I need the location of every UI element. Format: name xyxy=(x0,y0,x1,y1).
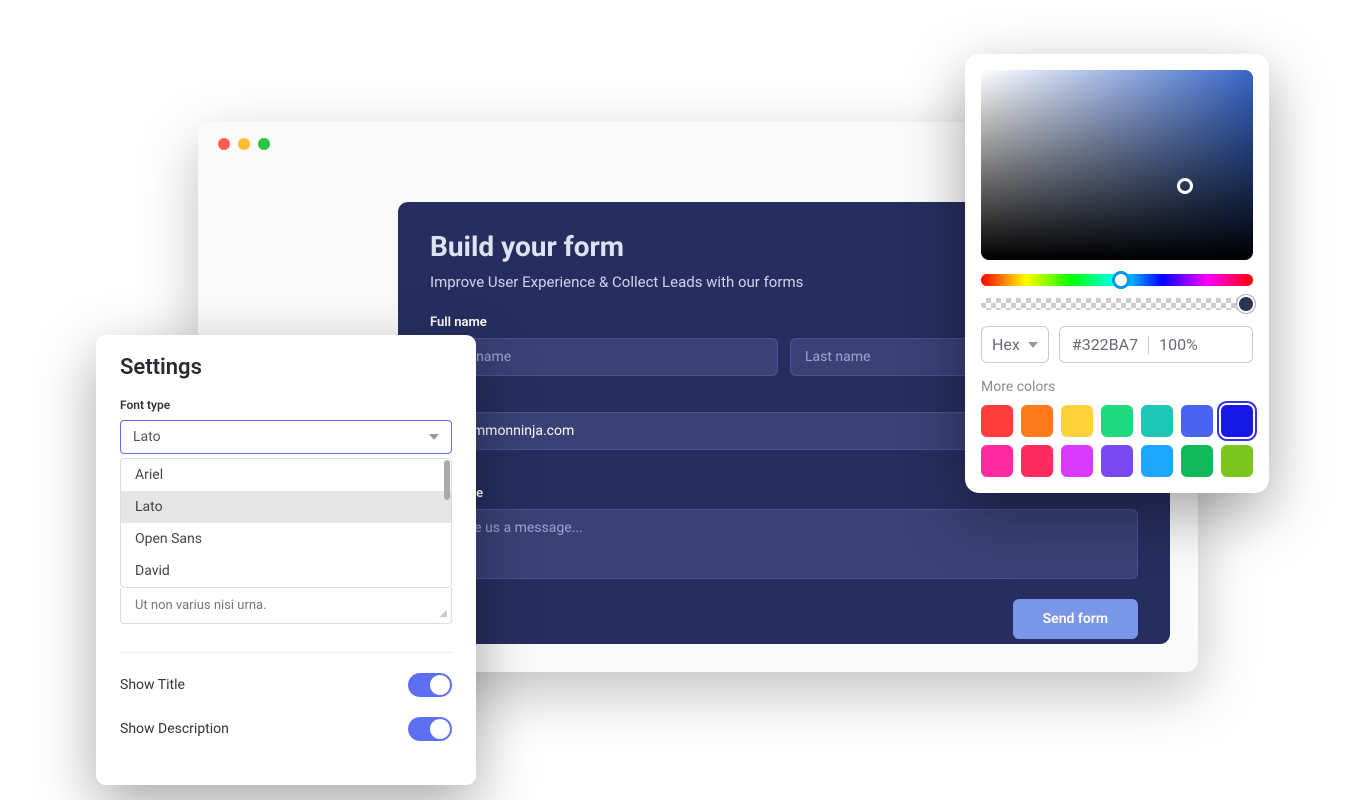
window-maximize-icon[interactable] xyxy=(258,138,270,150)
message-textarea[interactable] xyxy=(430,509,1138,579)
gradient-cursor-icon[interactable] xyxy=(1177,178,1193,194)
color-swatch[interactable] xyxy=(1221,405,1253,437)
color-swatch[interactable] xyxy=(1021,445,1053,477)
color-picker-panel: Hex #322BA7 100% More colors xyxy=(965,54,1269,493)
window-close-icon[interactable] xyxy=(218,138,230,150)
font-option-david[interactable]: David xyxy=(121,555,451,587)
settings-title: Settings xyxy=(120,355,452,380)
color-swatch[interactable] xyxy=(1061,445,1093,477)
hex-value: #322BA7 xyxy=(1072,335,1138,354)
color-swatch[interactable] xyxy=(1141,445,1173,477)
color-swatch[interactable] xyxy=(1101,405,1133,437)
chevron-down-icon xyxy=(1028,342,1038,348)
first-name-input[interactable] xyxy=(430,338,778,376)
resize-handle-icon[interactable]: ◢ xyxy=(439,608,447,619)
font-type-dropdown: Ariel Lato Open Sans David xyxy=(120,458,452,588)
divider xyxy=(120,652,452,653)
alpha-value: 100% xyxy=(1159,335,1198,354)
color-format-value: Hex xyxy=(992,335,1020,354)
send-form-button[interactable]: Send form xyxy=(1013,599,1138,639)
hue-thumb[interactable] xyxy=(1112,271,1130,289)
swatch-grid xyxy=(981,405,1253,477)
color-swatch[interactable] xyxy=(1181,405,1213,437)
color-swatch[interactable] xyxy=(981,445,1013,477)
chevron-down-icon xyxy=(429,434,439,440)
alpha-slider[interactable] xyxy=(981,298,1253,310)
font-type-label: Font type xyxy=(120,398,452,412)
color-swatch[interactable] xyxy=(1181,445,1213,477)
alpha-thumb[interactable] xyxy=(1237,295,1255,313)
show-title-toggle[interactable] xyxy=(408,673,452,697)
color-swatch[interactable] xyxy=(1141,405,1173,437)
font-option-lato[interactable]: Lato xyxy=(121,491,451,523)
show-title-label: Show Title xyxy=(120,677,185,693)
color-swatch[interactable] xyxy=(981,405,1013,437)
color-format-select[interactable]: Hex xyxy=(981,326,1049,363)
show-description-toggle[interactable] xyxy=(408,717,452,741)
window-minimize-icon[interactable] xyxy=(238,138,250,150)
font-option-ariel[interactable]: Ariel xyxy=(121,459,451,491)
color-gradient-canvas[interactable] xyxy=(981,70,1253,260)
more-colors-label: More colors xyxy=(981,379,1253,395)
color-swatch[interactable] xyxy=(1061,405,1093,437)
dropdown-scrollbar[interactable] xyxy=(444,460,450,500)
color-swatch[interactable] xyxy=(1021,405,1053,437)
description-textarea[interactable]: Ut non varius nisi urna. ◢ xyxy=(120,588,452,624)
settings-panel: Settings Font type Lato Ariel Lato Open … xyxy=(96,335,476,785)
font-option-opensans[interactable]: Open Sans xyxy=(121,523,451,555)
divider xyxy=(1148,336,1149,354)
color-hex-input[interactable]: #322BA7 100% xyxy=(1059,326,1253,363)
color-swatch[interactable] xyxy=(1221,445,1253,477)
font-type-select[interactable]: Lato xyxy=(120,420,452,454)
font-type-selected: Lato xyxy=(133,429,161,445)
hue-slider[interactable] xyxy=(981,274,1253,286)
color-swatch[interactable] xyxy=(1101,445,1133,477)
show-description-label: Show Description xyxy=(120,721,229,737)
